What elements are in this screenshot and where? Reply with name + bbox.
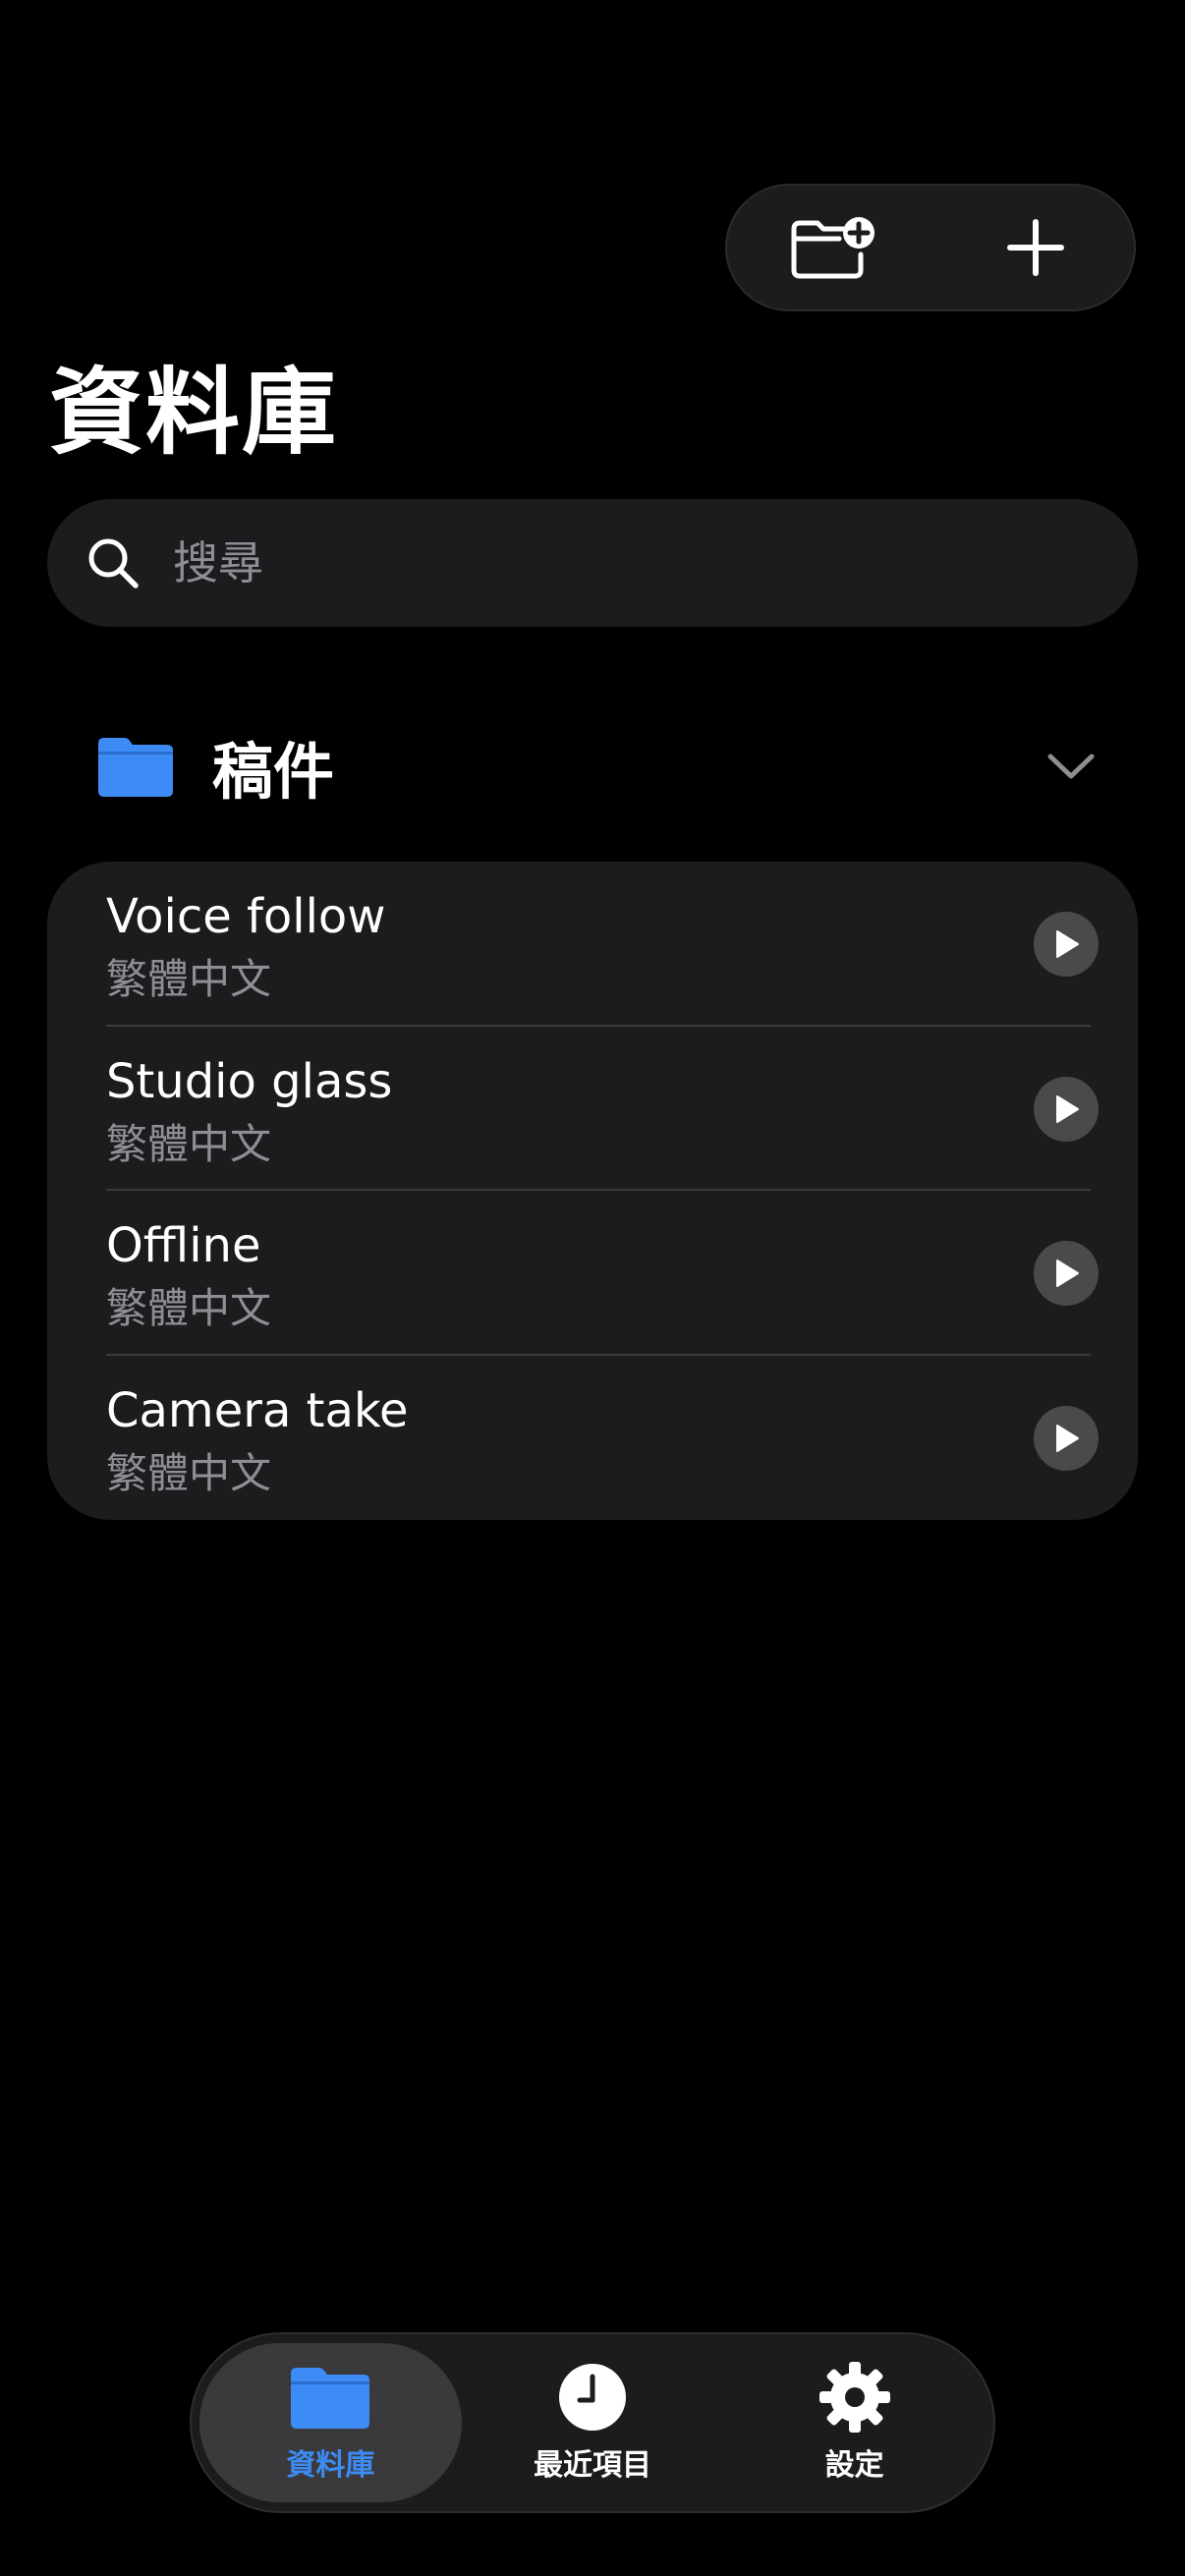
play-button[interactable] <box>1034 1076 1099 1142</box>
item-title: Offline <box>106 1218 261 1273</box>
play-icon <box>1056 1094 1079 1123</box>
item-title: Voice follow <box>106 889 386 944</box>
gear-icon <box>816 2362 894 2433</box>
tab-label: 設定 <box>824 2448 884 2483</box>
tab-bar: 資料庫 最近項目 設定 <box>190 2332 995 2513</box>
tab-label: 最近項目 <box>534 2448 651 2483</box>
folder-plus-icon <box>791 217 875 279</box>
add-button[interactable] <box>987 198 1085 297</box>
play-icon <box>1056 1260 1079 1287</box>
folder-icon <box>98 736 177 797</box>
play-icon <box>1056 1424 1079 1452</box>
play-button[interactable] <box>1034 1405 1099 1471</box>
tab-library[interactable]: 資料庫 <box>199 2343 462 2502</box>
folder-icon <box>291 2362 370 2433</box>
search-bar[interactable] <box>47 499 1138 627</box>
clock-icon <box>553 2362 632 2433</box>
item-title: Studio glass <box>106 1053 393 1109</box>
section-title: 稿件 <box>212 736 335 808</box>
list-item[interactable]: Offline 繁體中文 <box>106 1191 1138 1356</box>
item-language: 繁體中文 <box>106 1119 272 1168</box>
search-input[interactable] <box>171 535 1059 590</box>
list-item[interactable]: Studio glass 繁體中文 <box>106 1027 1138 1191</box>
tab-label: 資料庫 <box>286 2448 375 2483</box>
item-title: Camera take <box>106 1382 409 1438</box>
item-language: 繁體中文 <box>106 1448 272 1497</box>
list-item[interactable]: Voice follow 繁體中文 <box>106 862 1138 1027</box>
plus-icon <box>1007 219 1064 276</box>
documents-list: Voice follow 繁體中文 Studio glass 繁體中文 Offl… <box>47 862 1138 1520</box>
new-folder-button[interactable] <box>784 198 882 297</box>
play-button[interactable] <box>1034 912 1099 977</box>
search-icon <box>83 532 143 593</box>
chevron-down-icon[interactable] <box>1042 737 1100 796</box>
tab-recents[interactable]: 最近項目 <box>462 2343 724 2502</box>
play-button[interactable] <box>1034 1241 1099 1306</box>
top-toolbar <box>725 184 1136 311</box>
play-icon <box>1056 930 1079 958</box>
list-item[interactable]: Camera take 繁體中文 <box>106 1356 1138 1521</box>
item-language: 繁體中文 <box>106 955 272 1003</box>
tab-settings[interactable]: 設定 <box>723 2343 986 2502</box>
section-header[interactable]: 稿件 <box>98 717 1100 815</box>
item-language: 繁體中文 <box>106 1284 272 1332</box>
page-title: 資料庫 <box>49 358 338 468</box>
